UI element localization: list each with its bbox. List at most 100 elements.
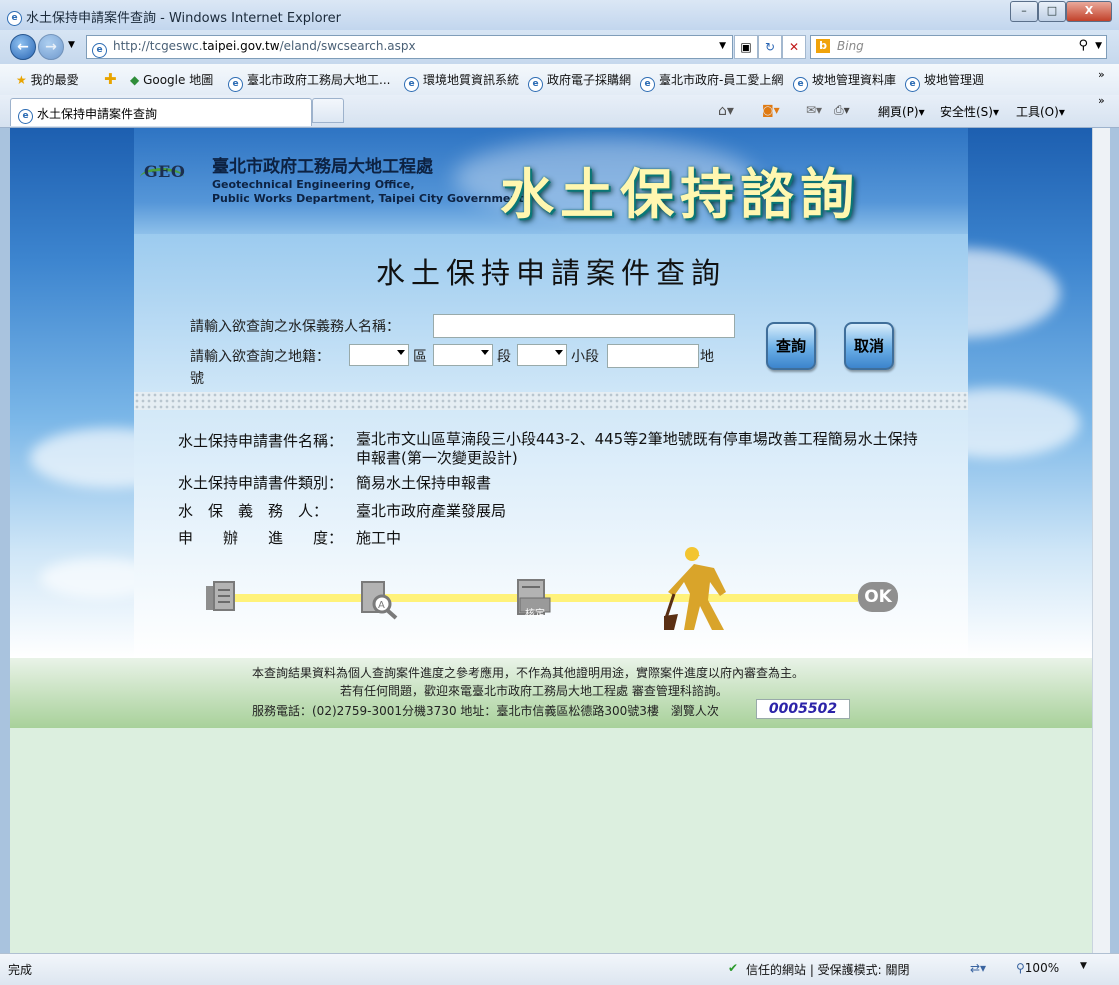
page-menu[interactable]: 網頁(P)▾	[878, 103, 925, 120]
org-name-en-1: Geotechnical Engineering Office,	[212, 178, 415, 191]
zoom-control[interactable]: ⚲100%	[1016, 961, 1059, 975]
check-icon: ✔	[728, 961, 739, 975]
zoom-icon: ⚲	[1016, 961, 1025, 975]
lot-unit-1: 地	[700, 349, 714, 365]
favorites-button[interactable]: ★ 我的最愛	[16, 71, 79, 88]
lot-unit-2: 號	[190, 371, 204, 387]
favorites-bar: ★ 我的最愛 ✚ ◆ Google 地圖 e 臺北市政府工務局大地工... e 環境…	[0, 64, 1119, 96]
popup-icon[interactable]: ⇄▾	[970, 961, 986, 975]
minimize-button[interactable]: –	[1010, 1, 1038, 22]
bing-icon: b	[816, 39, 830, 53]
add-favorite-icon[interactable]: ✚	[104, 70, 117, 88]
safety-menu[interactable]: 安全性(S)▾	[940, 103, 999, 120]
tab-label: 水土保持申請案件查詢	[37, 107, 158, 121]
section-unit: 段	[497, 349, 511, 365]
favorite-link-env-geology[interactable]: e 環境地質資訊系統	[404, 71, 519, 92]
search-placeholder: Bing	[837, 39, 864, 53]
chevron-down-icon	[397, 350, 405, 355]
mail-icon[interactable]: ✉▾	[806, 103, 822, 117]
search-button[interactable]: 查詢	[766, 322, 816, 370]
vertical-scrollbar[interactable]	[1092, 128, 1110, 953]
tab-page-icon: e	[18, 105, 37, 124]
history-dropdown-icon[interactable]: ▼	[68, 40, 75, 50]
geo-logo: GEO	[144, 162, 186, 181]
tools-menu[interactable]: 工具(O)▾	[1016, 103, 1065, 120]
subsection-unit: 小段	[571, 349, 599, 365]
content-panel: GEO 臺北市政府工務局大地工程處 Geotechnical Engineeri…	[134, 128, 968, 719]
zoom-dropdown-icon[interactable]: ▼	[1080, 961, 1087, 971]
address-bar[interactable]: e http://tcgeswc.taipei.gov.tw/eland/swc…	[86, 35, 733, 59]
ok-icon: OK	[858, 582, 898, 612]
status-bar: 完成 ✔ 信任的網站 | 受保護模式: 關閉 ⇄▾ ⚲100% ▼	[0, 953, 1119, 985]
print-icon[interactable]: ⎙▾	[834, 103, 850, 118]
feeds-icon[interactable]: ◙▾	[762, 103, 780, 117]
dotted-divider	[134, 392, 968, 410]
favorite-link-slope-db[interactable]: e 坡地管理資料庫	[793, 71, 896, 92]
window-title: 水土保持申請案件查詢 - Windows Internet Explorer	[26, 11, 341, 26]
result-obligor-label: 水 保 義 務 人：	[178, 502, 329, 520]
district-select[interactable]	[349, 344, 409, 366]
security-zone[interactable]: 信任的網站 | 受保護模式: 關閉	[746, 961, 910, 978]
result-name-value: 臺北市文山區草湳段三小段443-2、445等2筆地號既有停車場改善工程簡易水土保…	[356, 430, 918, 467]
visitor-counter: 0005502	[756, 699, 850, 719]
tab-active[interactable]: e 水土保持申請案件查詢	[10, 98, 312, 126]
title-bar: e 水土保持申請案件查詢 - Windows Internet Explorer…	[0, 0, 1119, 30]
compatibility-view-icon[interactable]: ▣	[734, 35, 758, 59]
org-name-cn: 臺北市政府工務局大地工程處	[212, 157, 433, 177]
search-icon[interactable]: ⚲	[1078, 38, 1088, 53]
document-icon	[202, 580, 238, 616]
subsection-select[interactable]	[517, 344, 567, 366]
new-tab-button[interactable]	[312, 98, 344, 123]
footer-contact: 若有任何問題，歡迎來電臺北市政府工務局大地工程處 審查管理科諮詢。	[340, 684, 728, 698]
refresh-icon[interactable]: ↻	[758, 35, 782, 59]
result-name-label: 水土保持申請書件名稱：	[178, 432, 344, 450]
navigation-bar: ← → ▼ e http://tcgeswc.taipei.gov.tw/ela…	[0, 30, 1119, 64]
result-type-label: 水土保持申請書件類別：	[178, 474, 344, 492]
back-button[interactable]: ←	[10, 34, 36, 60]
page-viewport: GEO 臺北市政府工務局大地工程處 Geotechnical Engineeri…	[10, 128, 1092, 953]
page-icon: e	[92, 39, 111, 58]
favorite-link-geo-office[interactable]: e 臺北市政府工務局大地工...	[228, 71, 390, 92]
forward-button[interactable]: →	[38, 34, 64, 60]
construction-icon	[662, 544, 748, 632]
address-url: http://tcgeswc.taipei.gov.tw/eland/swcse…	[113, 39, 416, 53]
favorite-link-slope-week[interactable]: e 坡地管理週	[905, 71, 984, 92]
header-banner: GEO 臺北市政府工務局大地工程處 Geotechnical Engineeri…	[134, 128, 968, 234]
obligor-name-input[interactable]	[433, 314, 735, 338]
close-button[interactable]: X	[1066, 1, 1112, 22]
favorite-link-google-maps[interactable]: ◆ Google 地圖	[130, 71, 213, 88]
chevron-more-icon[interactable]: »	[1098, 94, 1105, 107]
tab-bar: e 水土保持申請案件查詢 ⌂▾ ◙▾ ✉▾ ⎙▾ 網頁(P)▾ 安全性(S)▾ …	[0, 94, 1119, 128]
lot-number-input[interactable]	[607, 344, 699, 368]
address-dropdown-icon[interactable]: ▼	[719, 41, 726, 51]
approve-text: 核定	[525, 609, 545, 620]
search-dropdown-icon[interactable]: ▼	[1095, 41, 1102, 51]
review-icon: A	[360, 580, 398, 620]
favorite-link-employee-portal[interactable]: e 臺北市政府-員工愛上網	[640, 71, 783, 92]
chevron-down-icon	[555, 350, 563, 355]
ie-logo-icon: e	[7, 7, 26, 26]
stop-icon[interactable]: ✕	[782, 35, 806, 59]
footer-address: 服務電話：(02)2759-3001分機3730 地址：臺北市信義區松德路300…	[252, 704, 719, 718]
result-progress-label: 申 辦 進 度：	[178, 529, 344, 547]
land-label: 請輸入欲查詢之地籍：	[190, 349, 330, 365]
cancel-button[interactable]: 取消	[844, 322, 894, 370]
district-unit: 區	[413, 349, 427, 365]
chevron-more-icon[interactable]: »	[1098, 68, 1105, 81]
status-text: 完成	[8, 963, 33, 977]
browser-window: e 水土保持申請案件查詢 - Windows Internet Explorer…	[0, 0, 1119, 985]
chevron-down-icon	[481, 350, 489, 355]
result-progress-value: 施工中	[356, 529, 402, 547]
footer-disclaimer: 本查詢結果資料為個人查詢案件進度之參考應用，不作為其他證明用途，實際案件進度以府…	[252, 666, 805, 680]
org-name-en-2: Public Works Department, Taipei City Gov…	[212, 192, 524, 205]
search-box[interactable]: b Bing ⚲ ▼	[810, 35, 1107, 59]
maps-icon: ◆	[130, 73, 140, 87]
home-icon[interactable]: ⌂▾	[718, 103, 734, 119]
banner-title: 水土保持諮詢	[500, 163, 860, 226]
star-icon: ★	[16, 73, 27, 87]
page-title: 水土保持申請案件查詢	[375, 256, 726, 290]
section-select[interactable]	[433, 344, 493, 366]
maximize-button[interactable]: □	[1038, 1, 1066, 22]
favorite-link-procurement[interactable]: e 政府電子採購網	[528, 71, 631, 92]
name-label: 請輸入欲查詢之水保義務人名稱：	[190, 319, 400, 335]
